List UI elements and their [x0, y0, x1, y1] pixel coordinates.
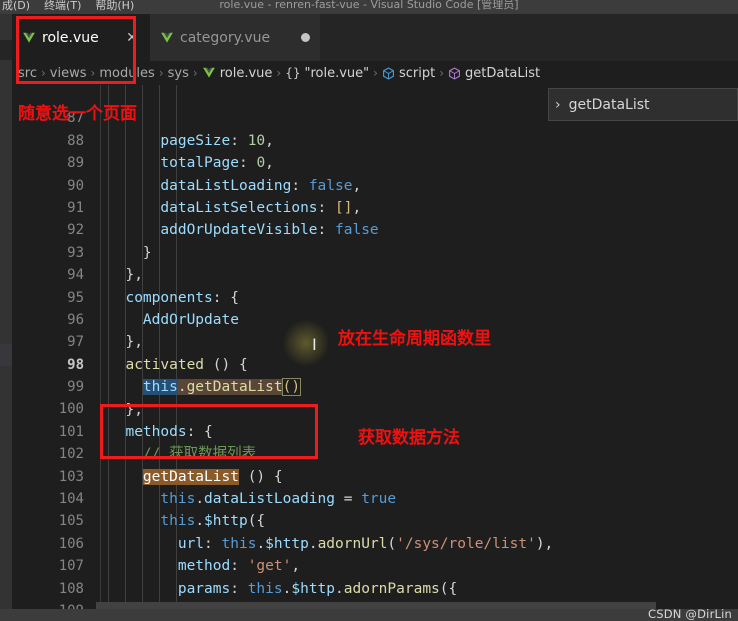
popup-item-getdatalist[interactable]: › getDataList — [549, 89, 737, 120]
code-line[interactable]: 109 'limit': this.pageSize, — [12, 578, 738, 609]
code-line[interactable]: 96 }, — [12, 287, 738, 350]
text-cursor-icon: I — [312, 335, 317, 354]
vue-icon — [161, 32, 173, 43]
close-icon[interactable]: ✕ — [124, 30, 140, 46]
breadcrumb-label: script — [398, 65, 436, 81]
code-line[interactable]: 100 methods: { — [12, 376, 738, 439]
tab-bar-empty-area — [320, 14, 738, 61]
title-bar: 成(D) 终端(T) 帮助(H) role.vue - renren-fast-… — [0, 0, 738, 14]
chevron-right-icon: › — [373, 66, 378, 80]
breadcrumb-item-role-vue[interactable]: role.vue — [202, 65, 273, 81]
window-title: role.vue - renren-fast-vue - Visual Stud… — [219, 0, 519, 11]
code-line[interactable]: 91 addOrUpdateVisible: false — [12, 175, 738, 238]
code-line[interactable]: 106 method: 'get', — [12, 510, 738, 574]
breadcrumb-item-script[interactable]: script — [382, 66, 435, 81]
chevron-right-icon: › — [555, 96, 561, 113]
code-line[interactable]: 93 }, — [12, 219, 738, 283]
code-line[interactable]: 108 'page': this.pageIndex, — [12, 555, 738, 609]
chevron-right-icon: › — [276, 66, 282, 80]
breadcrumb-label: getDataList — [465, 65, 541, 81]
chevron-right-icon: › — [192, 66, 198, 80]
code-line[interactable]: 104 this.$http({ — [12, 466, 738, 529]
vue-icon — [23, 32, 35, 43]
code-line[interactable]: 99 }, — [12, 354, 738, 417]
chevron-right-icon: › — [439, 66, 444, 80]
breadcrumb-item-sys[interactable]: sys — [168, 66, 189, 81]
breadcrumb-item-views[interactable]: views — [50, 66, 87, 81]
breadcrumb-label: role.vue — [219, 65, 273, 81]
chevron-right-icon: › — [90, 66, 96, 80]
watermark: CSDN @DirLin — [647, 607, 732, 621]
breadcrumb-item-role-vue-symbol[interactable]: {} "role.vue" — [285, 66, 369, 81]
breadcrumb-item-getdatalist[interactable]: getDataList — [448, 66, 540, 81]
code-line[interactable]: 90 dataListSelections: [], — [12, 152, 738, 216]
tab-label: category.vue — [180, 29, 271, 46]
breadcrumb-item-modules[interactable]: modules — [99, 66, 155, 81]
code-line[interactable]: 89 dataListLoading: false, — [12, 130, 738, 193]
outline-popup[interactable]: › getDataList — [548, 88, 738, 121]
tab-role-vue[interactable]: role.vue ✕ — [12, 14, 150, 61]
breadcrumb[interactable]: src › views › modules › sys › role.vue ›… — [12, 61, 738, 85]
breadcrumb-item-src[interactable]: src — [18, 66, 37, 81]
breadcrumb-label: modules — [99, 65, 155, 81]
vue-icon — [202, 67, 215, 78]
breadcrumb-label: views — [49, 65, 87, 81]
code-line[interactable]: 95 AddOrUpdate — [12, 264, 738, 328]
code-line[interactable]: 94 components: { — [12, 242, 738, 305]
horizontal-scrollbar[interactable] — [96, 602, 656, 609]
annotation-lifecycle: 放在生命周期函数里 — [338, 329, 491, 349]
tab-category-vue[interactable]: category.vue — [150, 14, 320, 61]
code-line[interactable]: 92 } — [12, 197, 738, 260]
annotation-fetch-method: 获取数据方法 — [358, 428, 460, 448]
line-number: 109 — [12, 600, 84, 609]
code-line[interactable]: 101 // 获取数据列表 — [12, 398, 738, 462]
explorer-scroll-thumb[interactable] — [0, 344, 12, 366]
editor-tab-bar: role.vue ✕ category.vue — [12, 14, 738, 61]
annotation-select-page: 随意选一个页面 — [18, 104, 137, 124]
status-bar — [0, 609, 738, 621]
symbol-method-icon — [449, 66, 460, 80]
symbol-module-icon — [383, 66, 394, 80]
braces-icon: {} — [285, 66, 301, 80]
breadcrumb-label: sys — [167, 65, 189, 81]
activity-bar-nub — [0, 40, 12, 60]
chevron-right-icon: › — [40, 66, 46, 80]
activity-bar[interactable] — [0, 14, 12, 621]
code-line[interactable]: 107 params: this.$http.adornParams({ — [12, 533, 738, 596]
tab-label: role.vue — [42, 29, 99, 46]
breadcrumb-label: "role.vue" — [304, 65, 370, 81]
unsaved-dot-icon[interactable] — [301, 33, 310, 42]
chevron-right-icon: › — [158, 66, 164, 80]
breadcrumb-label: src — [18, 65, 37, 81]
popup-item-label: getDataList — [568, 96, 650, 113]
code-line[interactable]: 105 url: this.$http.adornUrl('/sys/role/… — [12, 488, 738, 551]
